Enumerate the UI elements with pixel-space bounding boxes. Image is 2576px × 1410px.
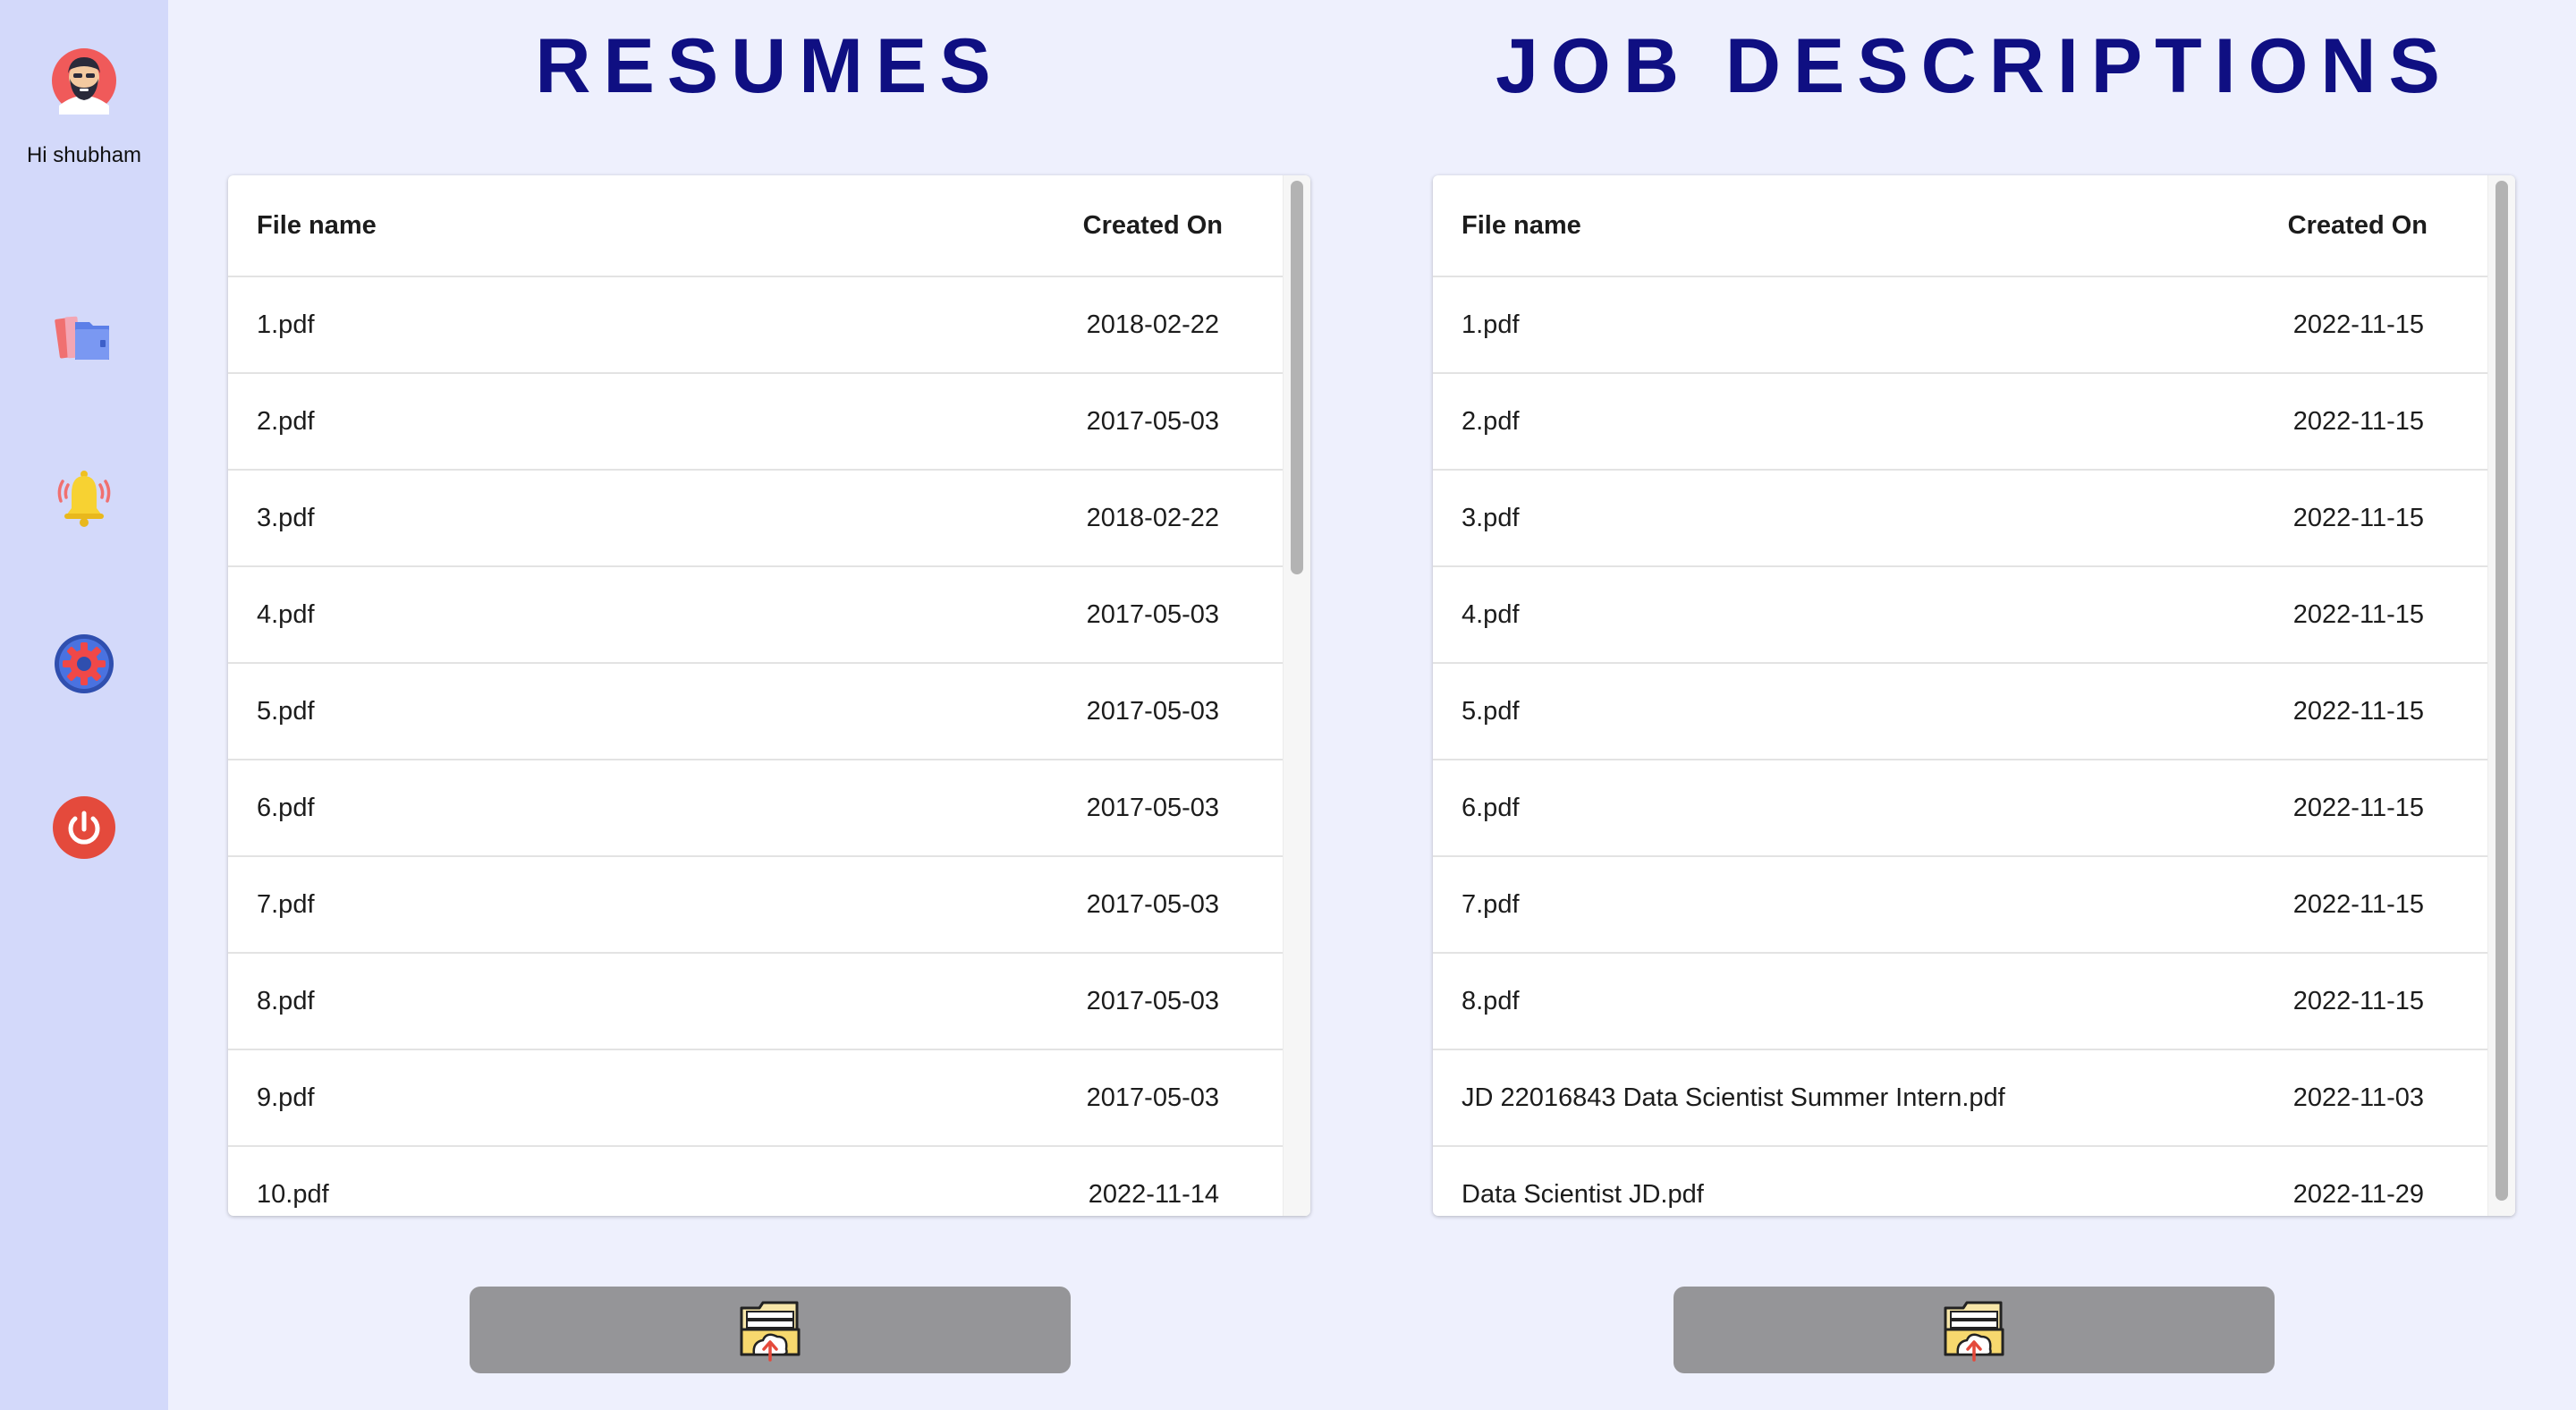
file-name-cell: JD 22016843 Data Scientist Summer Intern… [1462, 1083, 2005, 1112]
table-row[interactable]: 1.pdf 2022-11-15 [1433, 277, 2488, 374]
table-header-row: File name Created On [1433, 175, 2488, 277]
file-name-cell: 5.pdf [257, 697, 315, 726]
created-on-cell: 2022-11-29 [2292, 1180, 2424, 1209]
file-name-cell: 4.pdf [257, 600, 315, 629]
job-descriptions-title: JOB DESCRIPTIONS [1496, 23, 2453, 109]
resumes-scrollbar[interactable] [1283, 175, 1310, 1216]
created-on-cell: 2022-11-15 [2292, 407, 2424, 436]
created-on-cell: 2022-11-15 [2292, 697, 2424, 726]
upload-job-description-button[interactable] [1674, 1287, 2275, 1373]
file-name-cell: 7.pdf [1462, 890, 1520, 919]
table-row[interactable]: 2.pdf 2017-05-03 [228, 374, 1284, 471]
created-on-cell: 2017-05-03 [1086, 697, 1219, 726]
job-descriptions-table: File name Created On 1.pdf 2022-11-15 2.p… [1433, 175, 2488, 1216]
file-name-cell: 8.pdf [1462, 987, 1520, 1015]
settings-icon [55, 634, 114, 693]
table-row[interactable]: 8.pdf 2022-11-15 [1433, 954, 2488, 1050]
bell-icon [57, 471, 111, 527]
table-row[interactable]: 5.pdf 2017-05-03 [228, 664, 1284, 760]
table-row[interactable]: 3.pdf 2022-11-15 [1433, 471, 2488, 567]
power-icon [53, 796, 115, 859]
created-on-cell: 2018-02-22 [1086, 310, 1219, 339]
avatar-icon [52, 48, 116, 115]
created-on-cell: 2017-05-03 [1086, 794, 1219, 822]
table-row[interactable]: 3.pdf 2018-02-22 [228, 471, 1284, 567]
file-name-cell: 6.pdf [257, 794, 315, 822]
table-row[interactable]: 6.pdf 2017-05-03 [228, 760, 1284, 857]
file-name-cell: 9.pdf [257, 1083, 315, 1112]
files-icon [55, 316, 109, 360]
table-row[interactable]: 8.pdf 2017-05-03 [228, 954, 1284, 1050]
created-on-cell: 2022-11-14 [1088, 1180, 1219, 1209]
created-on-cell: 2022-11-15 [2292, 987, 2424, 1015]
table-row[interactable]: JD 22016843 Data Scientist Summer Intern… [1433, 1050, 2488, 1147]
created-on-cell: 2022-11-15 [2292, 600, 2424, 629]
job-descriptions-table-panel: File name Created On 1.pdf 2022-11-15 2.p… [1433, 175, 2515, 1216]
created-on-cell: 2022-11-03 [2292, 1083, 2424, 1112]
table-row[interactable]: 9.pdf 2017-05-03 [228, 1050, 1284, 1147]
notifications-nav-button[interactable] [50, 463, 118, 531]
avatar[interactable] [50, 47, 118, 115]
job-descriptions-scroll-thumb[interactable] [2496, 181, 2508, 1201]
logout-nav-button[interactable] [50, 794, 118, 862]
greeting-text: Hi shubham [26, 143, 142, 167]
file-name-cell: 2.pdf [257, 407, 315, 436]
file-name-cell: 5.pdf [1462, 697, 1520, 726]
resumes-title: RESUMES [535, 23, 1004, 109]
files-nav-button[interactable] [50, 304, 118, 372]
file-name-cell: 4.pdf [1462, 600, 1520, 629]
resumes-table: File name Created On 1.pdf 2018-02-22 2.p… [228, 175, 1284, 1216]
created-on-cell: 2022-11-15 [2292, 504, 2424, 532]
table-row[interactable]: 7.pdf 2017-05-03 [228, 857, 1284, 954]
created-on-cell: 2017-05-03 [1086, 987, 1219, 1015]
created-on-cell: 2022-11-15 [2292, 794, 2424, 822]
upload-resume-button[interactable] [470, 1287, 1071, 1373]
folder-upload-icon [1944, 1301, 2004, 1362]
table-row[interactable]: Data Scientist JD.pdf 2022-11-29 [1433, 1147, 2488, 1216]
file-name-cell: 7.pdf [257, 890, 315, 919]
table-header-row: File name Created On [228, 175, 1284, 277]
created-on-cell: 2017-05-03 [1086, 1083, 1219, 1112]
table-row[interactable]: 4.pdf 2022-11-15 [1433, 567, 2488, 664]
created-on-cell: 2017-05-03 [1086, 407, 1219, 436]
created-on-cell: 2022-11-15 [2292, 310, 2424, 339]
column-header-created-on[interactable]: Created On [2288, 175, 2428, 276]
resumes-table-panel: File name Created On 1.pdf 2018-02-22 2.p… [228, 175, 1310, 1216]
resumes-scroll-thumb[interactable] [1291, 181, 1303, 574]
file-name-cell: 6.pdf [1462, 794, 1520, 822]
table-row[interactable]: 7.pdf 2022-11-15 [1433, 857, 2488, 954]
created-on-cell: 2017-05-03 [1086, 600, 1219, 629]
job-descriptions-scrollbar[interactable] [2487, 175, 2515, 1216]
table-row[interactable]: 4.pdf 2017-05-03 [228, 567, 1284, 664]
created-on-cell: 2017-05-03 [1086, 890, 1219, 919]
file-name-cell: 10.pdf [257, 1180, 329, 1209]
file-name-cell: 3.pdf [1462, 504, 1520, 532]
file-name-cell: 1.pdf [257, 310, 315, 339]
file-name-cell: 3.pdf [257, 504, 315, 532]
folder-upload-icon [740, 1301, 801, 1362]
created-on-cell: 2018-02-22 [1086, 504, 1219, 532]
column-header-created-on[interactable]: Created On [1083, 175, 1223, 276]
file-name-cell: 2.pdf [1462, 407, 1520, 436]
column-header-file-name[interactable]: File name [1462, 175, 1581, 276]
table-row[interactable]: 2.pdf 2022-11-15 [1433, 374, 2488, 471]
sidebar: Hi shubham [0, 0, 168, 1410]
table-row[interactable]: 10.pdf 2022-11-14 [228, 1147, 1284, 1216]
table-row[interactable]: 6.pdf 2022-11-15 [1433, 760, 2488, 857]
file-name-cell: 8.pdf [257, 987, 315, 1015]
table-row[interactable]: 5.pdf 2022-11-15 [1433, 664, 2488, 760]
settings-nav-button[interactable] [50, 630, 118, 698]
file-name-cell: 1.pdf [1462, 310, 1520, 339]
created-on-cell: 2022-11-15 [2292, 890, 2424, 919]
table-row[interactable]: 1.pdf 2018-02-22 [228, 277, 1284, 374]
file-name-cell: Data Scientist JD.pdf [1462, 1180, 1704, 1209]
column-header-file-name[interactable]: File name [257, 175, 377, 276]
